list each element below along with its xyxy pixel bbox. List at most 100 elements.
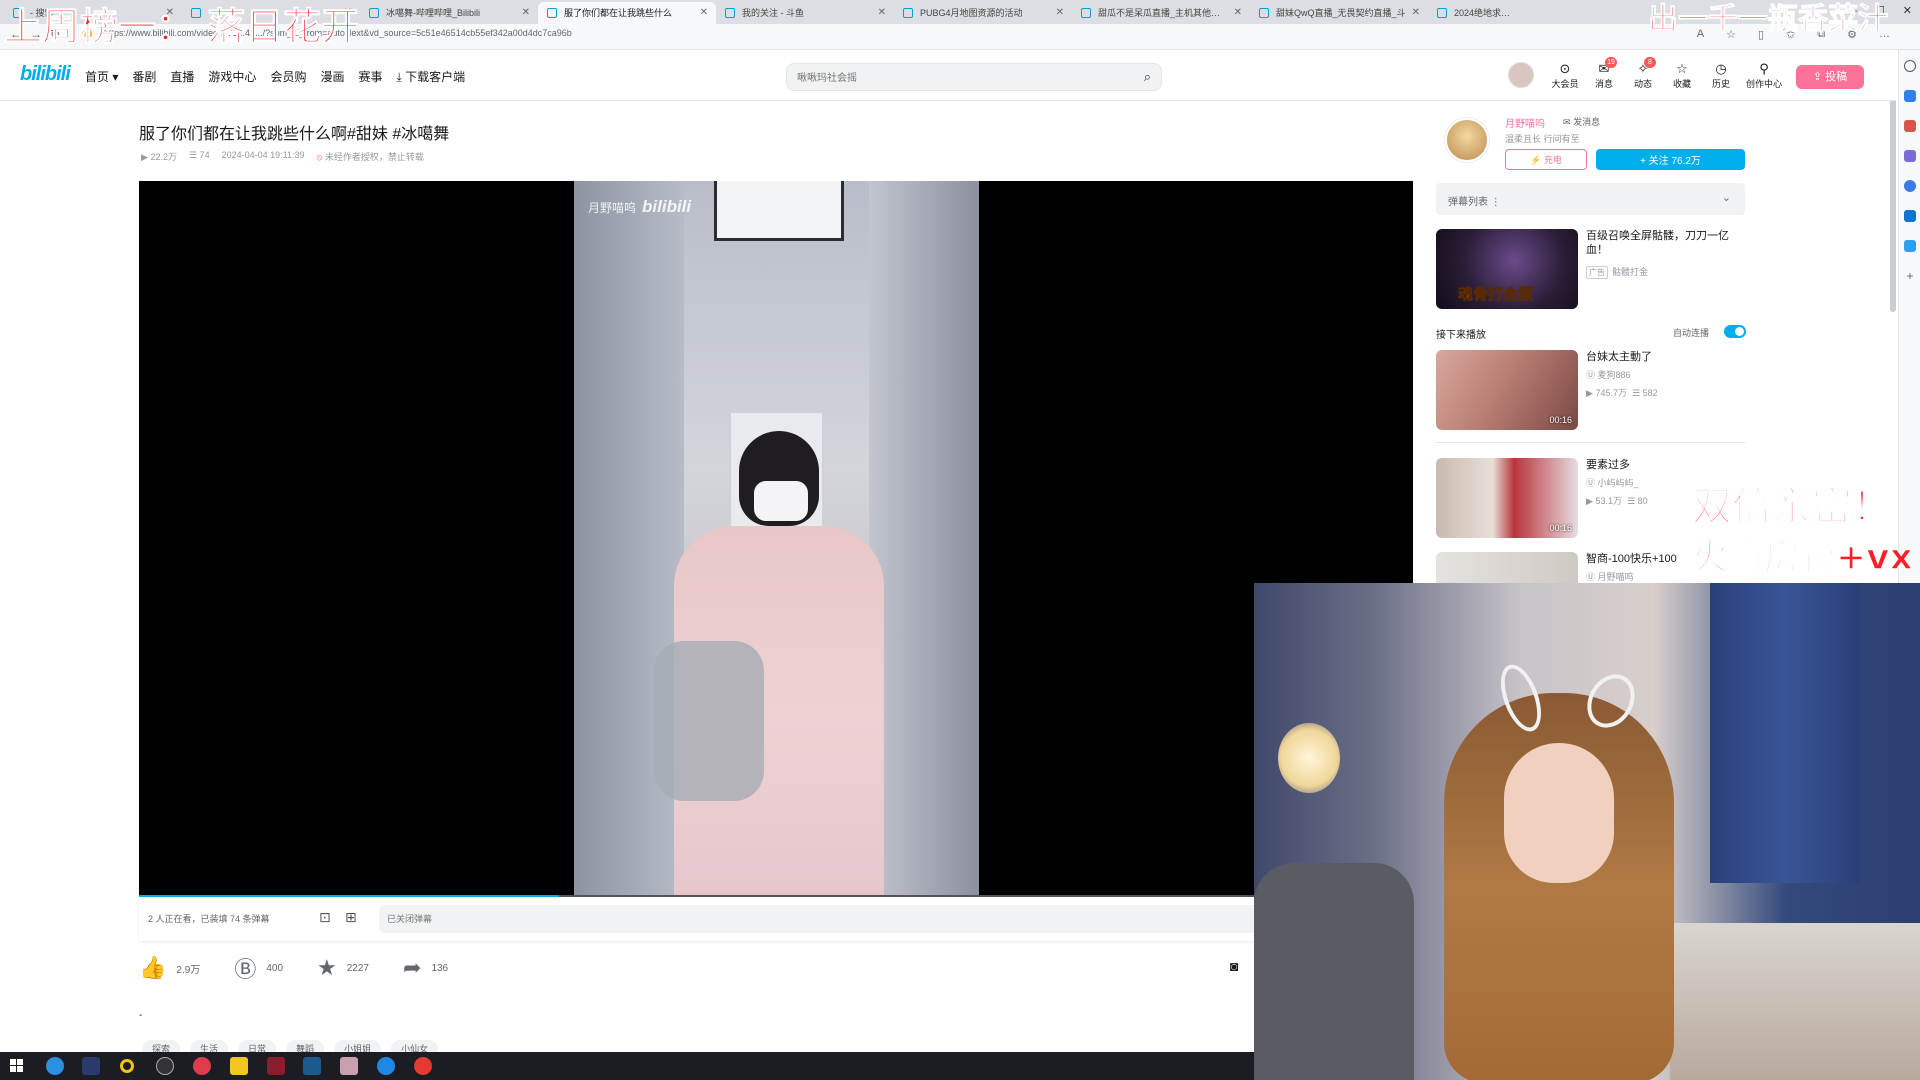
user-avatar[interactable] (1508, 62, 1534, 88)
games-icon[interactable] (1904, 180, 1916, 192)
send-message-link[interactable]: ✉ 发消息 (1563, 115, 1600, 128)
follow-button[interactable]: + 关注 76.2万 (1596, 149, 1745, 170)
uploader-avatar[interactable] (1445, 118, 1489, 162)
charge-button[interactable]: ⚡ 充电 (1505, 149, 1587, 170)
bilibili-logo[interactable]: bilibili (20, 63, 71, 86)
webcam-curtain (1710, 583, 1860, 883)
upload-button[interactable]: ⇪ 投稿 (1796, 65, 1864, 89)
browser-tab[interactable]: 我的关注 - 斗鱼 ✕ (716, 2, 894, 24)
chat-app-icon[interactable] (230, 1057, 248, 1075)
mail-icon: ✉ (1563, 117, 1571, 127)
tab-close-icon[interactable]: ✕ (1412, 2, 1420, 24)
favorite-button[interactable]: ★ 2227 (317, 955, 369, 981)
tab-close-icon[interactable]: ✕ (878, 2, 886, 24)
tab-close-icon[interactable]: ✕ (522, 2, 530, 24)
nav-mall[interactable]: 会员购 (270, 68, 306, 85)
windows-taskbar (0, 1052, 1254, 1080)
rec-uploader: Ⓤ 月野喵呜 (1586, 572, 1634, 582)
kugou-icon[interactable] (377, 1057, 395, 1075)
search-icon[interactable]: ⌕ (1144, 69, 1151, 85)
nav-game-center[interactable]: 游戏中心 (208, 68, 256, 85)
download-icon: ⤓ (396, 70, 402, 84)
windows-start-icon[interactable] (10, 1059, 24, 1073)
steam-icon[interactable] (303, 1057, 321, 1075)
rec-thumbnail: 00:16 (1436, 350, 1578, 430)
danmaku-input[interactable] (379, 905, 1339, 933)
stream-overlay-top-left: 上周榜一： 落日花开 (3, 5, 360, 50)
shopping-icon[interactable] (1904, 120, 1916, 132)
nav-download-client[interactable]: ⤓ 下载客户端 (396, 68, 465, 85)
copilot-icon[interactable] (1904, 90, 1916, 102)
start-pane (10, 1066, 16, 1072)
like-button[interactable]: 👍 2.9万 (139, 955, 200, 981)
uploader-signature: 温柔且长 行间有至 (1505, 134, 1580, 144)
rec-item[interactable]: 00:16 台妹太主動了 Ⓤ 麦狗886 ▶ 745.7万 ☰ 582 (1436, 350, 1745, 432)
header-history[interactable]: ◷ 历史 (1704, 61, 1738, 90)
header-creator-center[interactable]: ⚲ 创作中心 (1743, 61, 1785, 90)
rec-stats: ▶ 745.7万 ☰ 582 (1586, 388, 1658, 398)
browser-tab[interactable]: 甜瓜不是呆瓜直播_主机其他游戏 ✕ (1072, 2, 1250, 24)
danmaku-icon: ☰ (1626, 496, 1636, 506)
tab-close-icon[interactable]: ✕ (700, 2, 708, 24)
browser-tab[interactable]: PUBG4月地图资源的活动 ✕ (894, 2, 1072, 24)
search-box: ⌕ (786, 63, 1162, 91)
play-count-icon: ▶ (141, 152, 148, 162)
coin-button[interactable]: Ⓑ 400 (234, 952, 283, 984)
stream-overlay-top-right: 出一千一瓶香菜汁 (1648, 2, 1889, 38)
app-icon[interactable] (82, 1057, 100, 1075)
edge-browser-icon[interactable] (46, 1057, 64, 1075)
outlook-icon[interactable] (1904, 210, 1916, 222)
danmaku-settings-icon[interactable]: ⊞ (345, 909, 357, 926)
browser-tab-active[interactable]: 服了你们都在让我跳些什么 ✕ (538, 2, 716, 24)
nav-home[interactable]: 首页 ▾ (85, 68, 118, 85)
webcam-desk (1670, 923, 1920, 1080)
rec-title: 要素过多 (1586, 459, 1630, 471)
danmaku-toggle-icon[interactable]: ⊡ (319, 909, 331, 926)
rec-thumbnail: 00:16 (1436, 458, 1578, 538)
share-button[interactable]: ➦ 136 (403, 955, 448, 981)
nav-manga[interactable]: 漫画 (320, 68, 344, 85)
webcam-streamer-face (1504, 743, 1614, 883)
ad-badge: 广告 (1586, 266, 1608, 279)
dancer-sleeve (654, 641, 764, 801)
tab-close-icon[interactable]: ✕ (1234, 2, 1242, 24)
start-pane (17, 1066, 23, 1072)
nav-esports[interactable]: 赛事 (358, 68, 382, 85)
more-icon: ⋮ (1490, 197, 1501, 208)
tab-close-icon[interactable]: ✕ (1056, 2, 1064, 24)
browser-tab[interactable]: 甜妹QwQ直播_无畏契约直播_斗 ✕ (1250, 2, 1428, 24)
video-player[interactable]: 月野喵呜 bilibili (139, 181, 1413, 897)
ad-card[interactable]: 魂骨打金服 百级召唤全屏骷髅，刀刀一亿血！ 广告 骷髅打金 (1436, 229, 1745, 311)
obs-icon[interactable] (156, 1057, 174, 1075)
avatar-app-icon[interactable] (340, 1057, 358, 1075)
header-vip[interactable]: ⊙ 大会员 (1548, 61, 1582, 90)
danmaku-list-label: 弹幕列表 ⋮ (1448, 197, 1501, 208)
browser-tab[interactable]: 2024绝地求生中 (1428, 2, 1538, 24)
nav-anime[interactable]: 番剧 (132, 68, 156, 85)
danmaku-count: ☰ 74 (188, 150, 210, 160)
up-icon: Ⓤ (1586, 370, 1596, 380)
tools-icon[interactable] (1904, 150, 1916, 162)
autoplay-toggle[interactable] (1724, 325, 1746, 338)
dev-tool-icon[interactable] (267, 1057, 285, 1075)
header-dynamic[interactable]: ✧ 8 动态 (1626, 57, 1660, 90)
uploader-name[interactable]: 月野喵呜 (1505, 115, 1545, 130)
send-icon[interactable] (1904, 240, 1916, 252)
search-input[interactable] (797, 69, 1117, 87)
netease-music-icon[interactable] (414, 1057, 432, 1075)
header-messages[interactable]: ✉ 19 消息 (1587, 57, 1621, 90)
danmaku-list-panel[interactable]: 弹幕列表 ⋮ ⌄ (1436, 183, 1745, 215)
music-app-icon[interactable] (193, 1057, 211, 1075)
recorder-icon[interactable] (120, 1059, 134, 1073)
add-icon[interactable]: + (1904, 270, 1916, 282)
nav-live[interactable]: 直播 (170, 68, 194, 85)
start-pane (17, 1059, 23, 1065)
browser-tab[interactable]: 冰噶舞-哔哩哔哩_Bilibili ✕ (360, 2, 538, 24)
search-icon[interactable] (1904, 60, 1916, 72)
header-favorites[interactable]: ☆ 收藏 (1665, 61, 1699, 90)
message-count-badge: 19 (1605, 57, 1617, 68)
ai-assistant-icon[interactable]: ◙ (1230, 958, 1238, 974)
upload-icon: ⇪ (1812, 71, 1823, 83)
close-window-icon[interactable]: ✕ (1903, 0, 1912, 22)
history-icon: ◷ (1715, 61, 1727, 76)
